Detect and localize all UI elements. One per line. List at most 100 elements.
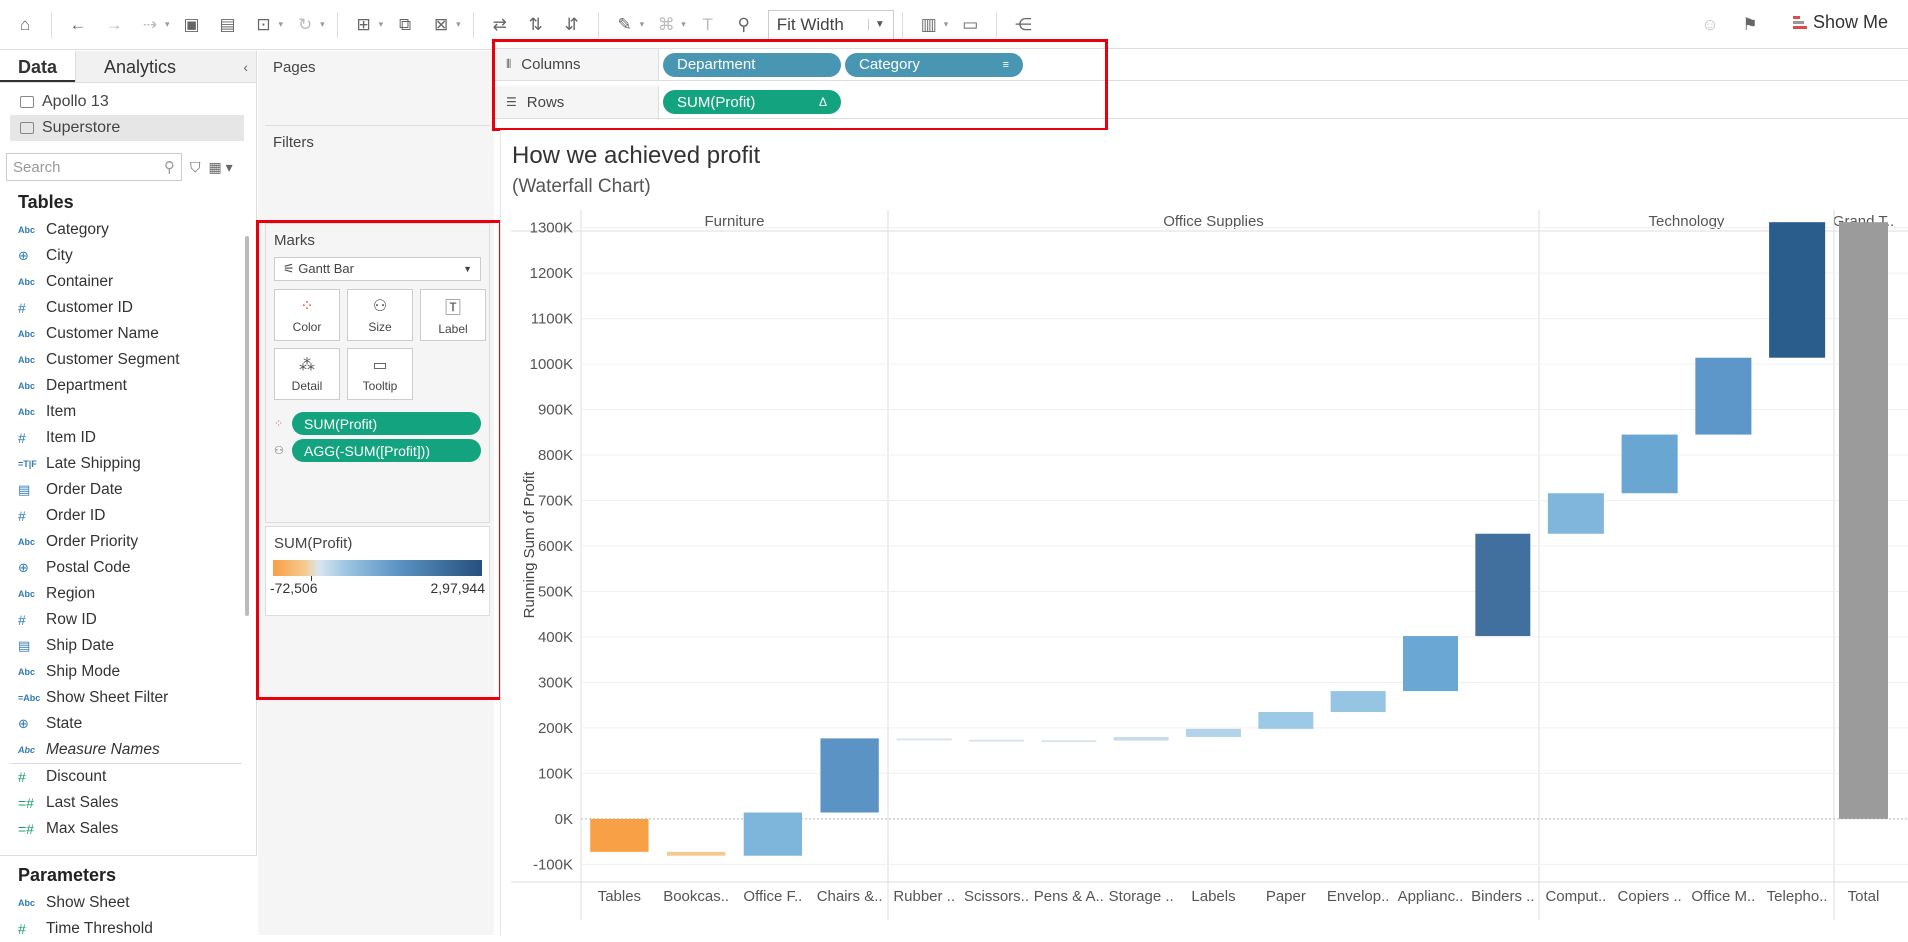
field-item[interactable]: Abc Region <box>0 581 256 607</box>
y-tick-label: 1000K <box>530 356 573 373</box>
chevron-down-icon: ▼ <box>867 19 885 30</box>
field-type-icon: Abc <box>18 329 36 339</box>
x-tick-label: Labels <box>1191 888 1235 905</box>
pin-icon[interactable]: ⚲ <box>729 10 759 40</box>
data-pane: Data Analytics ‹ Apollo 13 Superstore Se… <box>0 51 257 942</box>
tab-analytics-label: Analytics <box>104 57 177 77</box>
format-painter-icon[interactable]: ⚑ <box>1735 10 1765 40</box>
field-type-icon: # <box>18 612 26 628</box>
y-axis-label: Running Sum of Profit <box>521 471 538 619</box>
tab-analytics[interactable]: Analytics ‹ <box>75 51 256 82</box>
field-type-icon: Abc <box>18 355 36 365</box>
field-label: Order Date <box>46 481 123 498</box>
datasource-apollo[interactable]: Apollo 13 <box>0 89 256 115</box>
field-item[interactable]: ⊕ State <box>0 711 256 737</box>
waterfall-bar <box>1475 533 1531 637</box>
parameter-item[interactable]: Abc Show Sheet <box>0 890 257 916</box>
presentation-icon[interactable]: ▭ <box>955 10 985 40</box>
field-item[interactable]: Abc Container <box>0 269 256 295</box>
field-label: Ship Date <box>46 637 115 654</box>
waterfall-chart: Furniture Office Supplies Technology Grand … <box>511 210 1908 920</box>
filters-card[interactable]: Filters <box>265 125 490 211</box>
field-item[interactable]: =# Last Sales <box>0 790 256 816</box>
y-tick-label: 100K <box>538 765 573 782</box>
duplicate-sheet-icon[interactable]: ⧉ <box>390 10 420 40</box>
pages-card[interactable]: Pages <box>265 51 490 113</box>
label-icon[interactable]: T <box>693 10 723 40</box>
share-icon[interactable]: ⋲ <box>1008 10 1038 40</box>
pages-title: Pages <box>273 59 316 76</box>
field-type-icon: # <box>18 300 26 316</box>
field-item[interactable]: Abc Ship Mode <box>0 659 256 685</box>
field-item[interactable]: # Order ID <box>0 503 256 529</box>
field-label: Item ID <box>46 429 96 446</box>
datasource-label: Apollo 13 <box>42 93 109 110</box>
field-item[interactable]: ▤ Ship Date <box>0 633 256 659</box>
field-item[interactable]: ▤ Order Date <box>0 477 256 503</box>
field-item[interactable]: Abc Item <box>0 399 256 425</box>
refresh-icon[interactable]: ↻ <box>290 10 320 40</box>
field-item[interactable]: ⊕ City <box>0 243 256 269</box>
search-input[interactable]: Search ⚲ <box>6 153 182 181</box>
x-tick-label: Chairs &.. <box>817 888 883 905</box>
waterfall-bar <box>1403 636 1458 692</box>
field-item[interactable]: Abc Customer Name <box>0 321 256 347</box>
replay-icon[interactable]: ⇢ <box>135 10 165 40</box>
field-label: Item <box>46 403 77 420</box>
home-icon[interactable]: ⌂ <box>10 10 40 40</box>
view-options-icon[interactable]: ▦ ▾ <box>209 159 233 176</box>
scrollbar[interactable] <box>245 236 249 616</box>
field-item[interactable]: Abc Order Priority <box>0 529 256 555</box>
field-item[interactable]: =# Max Sales <box>0 816 256 842</box>
datasource-superstore[interactable]: Superstore <box>10 115 244 141</box>
undo-icon[interactable]: ← <box>63 10 93 40</box>
waterfall-bar <box>1695 357 1752 435</box>
field-item[interactable]: =Abc Show Sheet Filter <box>0 685 256 711</box>
new-worksheet-icon[interactable]: ⊞ <box>349 10 379 40</box>
show-me-button[interactable]: Show Me <box>1792 12 1888 33</box>
clear-sheet-icon[interactable]: ⊠ <box>426 10 456 40</box>
toolbar-divider <box>51 11 52 38</box>
field-item[interactable]: # Item ID <box>0 425 256 451</box>
swap-icon[interactable]: ⇄ <box>485 10 515 40</box>
field-item[interactable]: Abc Measure Names <box>0 737 256 763</box>
toolbar-divider <box>597 11 599 38</box>
sort-descending-icon[interactable]: ⇵ <box>557 10 587 40</box>
search-icon: ⚲ <box>164 159 175 176</box>
y-tick-label: 1300K <box>530 220 573 237</box>
y-tick-label: 300K <box>538 674 573 691</box>
collapse-pane-icon[interactable]: ‹ <box>243 51 248 83</box>
tab-data[interactable]: Data <box>0 51 76 82</box>
field-item[interactable]: # Discount <box>0 764 256 790</box>
field-item[interactable]: ⊕ Postal Code <box>0 555 256 581</box>
pane-tabs: Data Analytics ‹ <box>0 51 256 83</box>
show-cards-icon[interactable]: ▥ <box>914 10 944 40</box>
highlight-icon[interactable]: ✎ <box>610 10 640 40</box>
group-icon[interactable]: ⌘ <box>651 10 681 40</box>
field-label: Discount <box>46 768 107 785</box>
field-item[interactable]: Abc Department <box>0 373 256 399</box>
field-type-icon: =Abc <box>18 693 41 703</box>
sort-ascending-icon[interactable]: ⇅ <box>521 10 551 40</box>
waterfall-bar <box>1547 493 1604 534</box>
field-item[interactable]: # Row ID <box>0 607 256 633</box>
shelves-highlight-box <box>492 39 1108 131</box>
redo-icon[interactable]: → <box>99 10 129 40</box>
save-icon[interactable]: ▣ <box>177 10 207 40</box>
x-tick-label: Bookcas.. <box>663 888 729 905</box>
tableau-public-icon[interactable]: ☺ <box>1695 10 1725 40</box>
field-item[interactable]: Abc Category <box>0 217 256 243</box>
field-type-icon: ▤ <box>18 638 31 653</box>
new-datasource-icon[interactable]: ▤ <box>213 10 243 40</box>
search-row: Search ⚲ ⛉ ▦ ▾ <box>0 153 256 181</box>
fit-width-select[interactable]: Fit Width ▼ <box>767 9 894 40</box>
field-label: City <box>46 247 73 264</box>
pause-updates-icon[interactable]: ⊡ <box>249 10 279 40</box>
field-item[interactable]: Abc Customer Segment <box>0 347 256 373</box>
filter-icon[interactable]: ⛉ <box>190 159 201 176</box>
field-item[interactable]: # Customer ID <box>0 295 256 321</box>
y-tick-label: -100K <box>533 856 573 873</box>
parameter-item[interactable]: # Time Threshold <box>0 916 257 942</box>
field-item[interactable]: =T|F Late Shipping <box>0 451 256 477</box>
field-type-icon: Abc <box>18 225 36 235</box>
